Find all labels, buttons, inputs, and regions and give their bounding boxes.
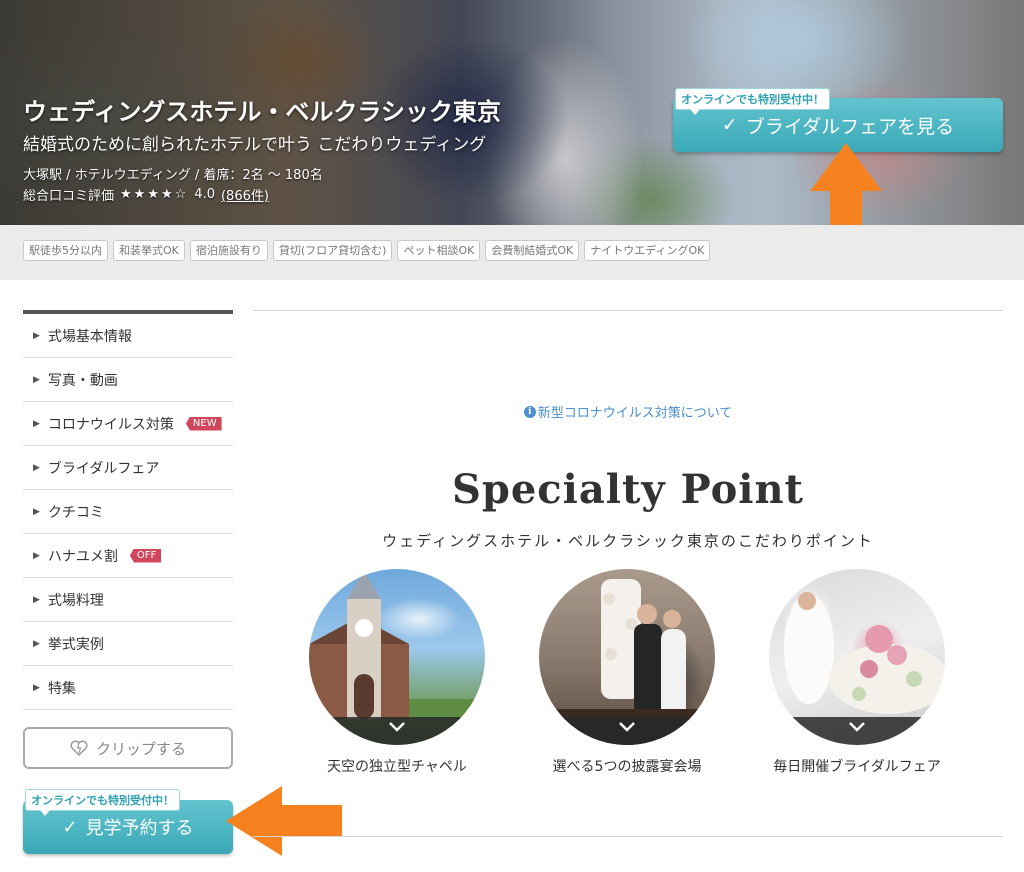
caret-right-icon: ▶ [33, 462, 40, 473]
bridal-fair-label: ブライダルフェアを見る [745, 115, 955, 138]
info-icon: i [523, 405, 536, 418]
expand-bar [309, 717, 485, 745]
venue-title: ウェディングスホテル・ベルクラシック東京 [23, 98, 501, 126]
feature-tag: 貸切(フロア貸切含む) [272, 240, 393, 261]
sidebar-item-cuisine[interactable]: ▶ 式場料理 [23, 578, 233, 622]
caret-right-icon: ▶ [33, 374, 40, 385]
caret-right-icon: ▶ [33, 550, 40, 561]
covid-link-label: 新型コロナウイルス対策について [537, 406, 733, 421]
covid-info-link[interactable]: i 新型コロナウイルス対策について [253, 402, 1003, 421]
caret-right-icon: ▶ [33, 418, 40, 429]
venue-subtitle: 結婚式のために創られたホテルで叶う こだわりウェディング [23, 135, 487, 155]
feature-tag: 会費制結婚式OK [485, 240, 580, 261]
specialty-point-chapel[interactable]: 天空の独立型チャペル [309, 569, 485, 778]
caret-right-icon: ▶ [33, 506, 40, 517]
feature-tag: ペット相談OK [397, 240, 481, 261]
rating-row: 総合口コミ評価 ★★★★☆ 4.0 (866件) [23, 185, 269, 204]
caret-right-icon: ▶ [33, 638, 40, 649]
caret-right-icon: ▶ [33, 330, 40, 341]
online-badge: オンラインでも特別受付中！ [675, 88, 830, 115]
clip-label: クリップする [95, 739, 186, 758]
arrow-left-icon [226, 786, 342, 856]
sidebar-item-ceremony-examples[interactable]: ▶ 挙式実例 [23, 622, 233, 666]
sidebar-item-photos[interactable]: ▶ 写真・動画 [23, 358, 233, 402]
chevron-down-icon [849, 722, 865, 732]
banquet-hall-photo [539, 569, 715, 745]
online-badge: オンラインでも特別受付中！ [25, 789, 180, 816]
sidebar-item-label: 写真・動画 [47, 372, 118, 389]
feature-tag: 駅徒歩5分以内 [23, 240, 108, 261]
feature-tag: 和装挙式OK [113, 240, 185, 261]
visit-reservation-label: 見学予約する [85, 818, 194, 839]
sidebar-item-covid[interactable]: ▶ コロナウイルス対策 NEW [23, 402, 233, 446]
section-divider [253, 836, 1003, 837]
sidebar-item-label: 挙式実例 [47, 636, 104, 653]
sidebar-item-label: 特集 [47, 680, 76, 697]
specialty-point-subtitle: ウェディングスホテル・ベルクラシック東京のこだわりポイント [382, 532, 874, 550]
expand-bar [539, 717, 715, 745]
specialty-point-banquet-halls[interactable]: 選べる5つの披露宴会場 [539, 569, 715, 778]
sidebar-item-label: 式場料理 [47, 592, 104, 609]
chevron-down-icon [389, 722, 405, 732]
feature-tag: ナイトウエディングOK [584, 240, 711, 261]
venue-meta: 大塚駅 / ホテルウエディング / 着席：2名 ～ 180名 [23, 168, 323, 183]
rating-label: 総合口コミ評価 [23, 189, 115, 204]
expand-bar [769, 717, 945, 745]
specialty-point-bridal-fair[interactable]: 毎日開催ブライダルフェア [769, 569, 945, 778]
chevron-down-icon [619, 722, 635, 732]
sidebar-item-discount[interactable]: ▶ ハナユメ割 OFF [23, 534, 233, 578]
off-badge: OFF [129, 548, 162, 563]
caret-right-icon: ▶ [33, 594, 40, 605]
venue-sidebar-nav: ▶ 式場基本情報 ▶ 写真・動画 ▶ コロナウイルス対策 NEW ▶ ブライダルフェア ▶… [23, 310, 233, 710]
specialty-point-label: 天空の独立型チャペル [327, 759, 467, 775]
specialty-point-title: Specialty Point [451, 466, 805, 513]
specialty-point-label: 毎日開催ブライダルフェア [773, 759, 941, 775]
sidebar-item-label: ブライダルフェア [47, 460, 160, 477]
sidebar-item-reviews[interactable]: ▶ クチコミ [23, 490, 233, 534]
sidebar-item-bridal-fair[interactable]: ▶ ブライダルフェア [23, 446, 233, 490]
review-count-link[interactable]: (866件) [221, 185, 269, 204]
bridal-fair-photo [769, 569, 945, 745]
sidebar-item-label: クチコミ [47, 504, 104, 521]
chapel-photo [309, 569, 485, 745]
new-badge: NEW [185, 416, 222, 431]
caret-right-icon: ▶ [33, 682, 40, 693]
heart-icon [70, 740, 88, 756]
check-icon: ✓ [62, 816, 78, 838]
section-divider [253, 310, 1003, 311]
check-icon: ✓ [721, 114, 738, 136]
feature-tags: 駅徒歩5分以内 和装挙式OK 宿泊施設有り 貸切(フロア貸切含む) ペット相談O… [23, 240, 711, 261]
clip-button[interactable]: クリップする [23, 727, 233, 769]
feature-tag: 宿泊施設有り [189, 240, 268, 261]
sidebar-item-label: ハナユメ割 [47, 548, 118, 565]
specialty-point-label: 選べる5つの披露宴会場 [552, 759, 702, 775]
sidebar-item-label: 式場基本情報 [47, 328, 132, 345]
rating-value: 4.0 [194, 187, 215, 202]
sidebar-item-basic-info[interactable]: ▶ 式場基本情報 [23, 314, 233, 358]
sidebar-item-features[interactable]: ▶ 特集 [23, 666, 233, 710]
star-icons: ★★★★☆ [120, 187, 189, 202]
sidebar-item-label: コロナウイルス対策 [47, 416, 174, 433]
